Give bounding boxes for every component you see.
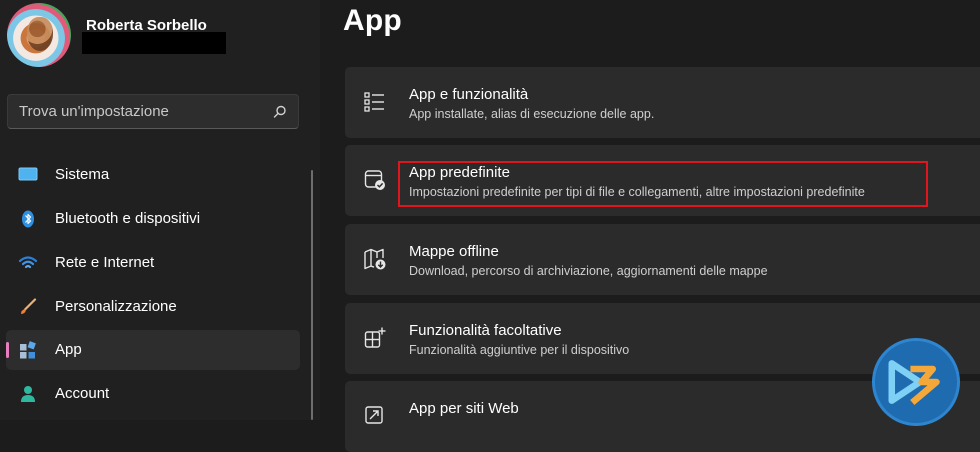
sidebar-item-account[interactable]: Account bbox=[6, 374, 300, 414]
search-box[interactable] bbox=[7, 94, 299, 129]
sidebar-item-bluetooth[interactable]: Bluetooth e dispositivi bbox=[6, 199, 300, 239]
page-title: App bbox=[343, 4, 402, 37]
default-apps-icon bbox=[364, 170, 385, 190]
card-app-e-funzionalita[interactable]: App e funzionalità App installate, alias… bbox=[345, 67, 980, 138]
card-title: Mappe offline bbox=[409, 243, 499, 260]
card-mappe-offline[interactable]: Mappe offline Download, percorso di arch… bbox=[345, 224, 980, 295]
sidebar-item-personalizzazione[interactable]: Personalizzazione bbox=[6, 287, 300, 327]
bluetooth-icon bbox=[22, 210, 34, 228]
sidebar-item-app[interactable]: App bbox=[6, 330, 300, 370]
add-feature-icon bbox=[364, 327, 386, 348]
card-title: Funzionalità facoltative bbox=[409, 322, 562, 339]
list-icon bbox=[364, 92, 384, 112]
web-apps-icon bbox=[365, 406, 383, 424]
highlight-box bbox=[398, 161, 928, 207]
apps-icon bbox=[20, 341, 36, 359]
sidebar-item-sistema[interactable]: Sistema bbox=[6, 155, 300, 195]
monitor-icon bbox=[18, 167, 38, 181]
active-indicator bbox=[6, 342, 9, 358]
brush-icon bbox=[21, 298, 37, 314]
sidebar: Roberta Sorbello Sistema Bluetooth e dis… bbox=[0, 0, 320, 420]
sidebar-item-rete[interactable]: Rete e Internet bbox=[6, 243, 300, 283]
sidebar-scrollbar[interactable] bbox=[311, 170, 313, 420]
card-subtitle: Download, percorso di archiviazione, agg… bbox=[409, 264, 768, 278]
redacted-email bbox=[82, 32, 226, 54]
watermark-logo-icon bbox=[872, 338, 960, 426]
card-title: App e funzionalità bbox=[409, 86, 529, 103]
sidebar-item-label: Rete e Internet bbox=[55, 254, 155, 271]
sidebar-item-label: Sistema bbox=[55, 166, 110, 183]
avatar[interactable] bbox=[7, 3, 71, 67]
user-icon bbox=[21, 386, 35, 402]
sidebar-item-label: App bbox=[55, 341, 82, 358]
search-input[interactable] bbox=[19, 103, 259, 120]
sidebar-item-label: Personalizzazione bbox=[55, 298, 177, 315]
sidebar-item-label: Account bbox=[55, 385, 110, 402]
card-subtitle: App installate, alias di esecuzione dell… bbox=[409, 107, 655, 121]
card-subtitle: Funzionalità aggiuntive per il dispositi… bbox=[409, 343, 630, 357]
card-title: App per siti Web bbox=[409, 400, 519, 417]
search-icon[interactable] bbox=[272, 104, 288, 120]
map-icon bbox=[364, 248, 386, 270]
sidebar-item-label: Bluetooth e dispositivi bbox=[55, 210, 201, 227]
wifi-icon bbox=[18, 256, 38, 269]
